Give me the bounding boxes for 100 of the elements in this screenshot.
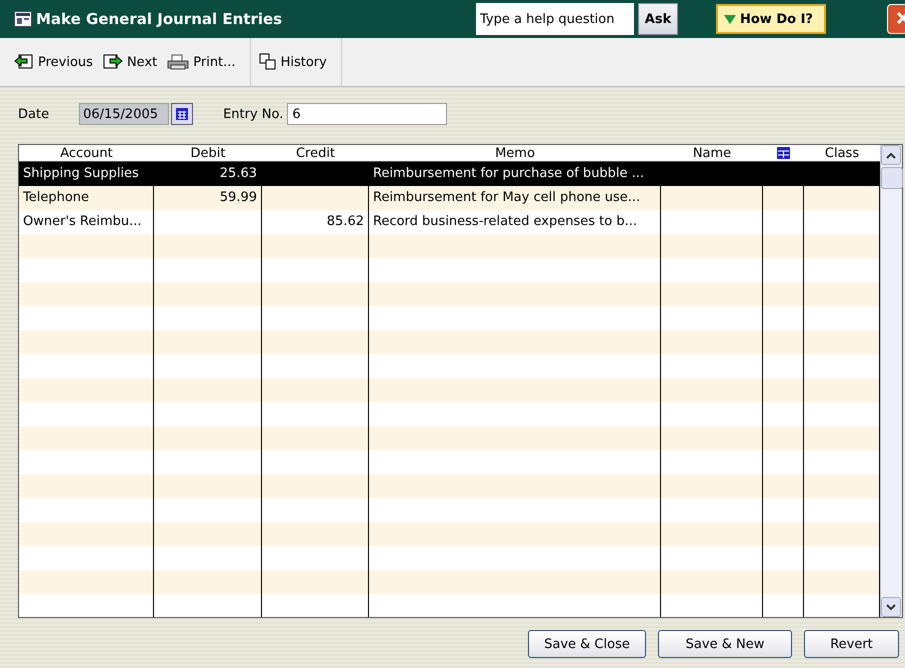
action-button[interactable]: Save & Close (528, 630, 646, 658)
table-cell[interactable] (154, 330, 262, 354)
table-cell[interactable] (763, 426, 804, 450)
history-button[interactable]: History (258, 53, 327, 71)
table-cell[interactable] (661, 234, 763, 258)
table-cell[interactable] (154, 474, 262, 498)
table-cell[interactable] (369, 282, 661, 306)
table-cell[interactable] (804, 234, 880, 258)
table-cell[interactable] (804, 330, 880, 354)
table-cell[interactable] (763, 522, 804, 546)
scrollbar-thumb[interactable] (881, 167, 903, 189)
calendar-button[interactable] (171, 103, 194, 125)
action-button[interactable]: Save & New (658, 630, 792, 658)
table-cell[interactable]: Telephone (19, 186, 154, 210)
table-cell[interactable]: Reimbursement for May cell phone use... (369, 186, 661, 210)
calendar-icon (176, 108, 188, 120)
table-cell[interactable] (19, 474, 154, 498)
previous-button[interactable]: Previous (14, 54, 93, 70)
table-cell[interactable] (369, 426, 661, 450)
table-cell[interactable] (19, 282, 154, 306)
pages-icon (258, 53, 277, 71)
window-icon (14, 11, 32, 27)
table-cell[interactable] (804, 474, 880, 498)
printer-icon (167, 53, 190, 71)
table-cell[interactable] (661, 330, 763, 354)
arrow-left-icon (14, 54, 34, 70)
table-cell[interactable] (154, 570, 262, 594)
column-header: Credit (262, 145, 369, 162)
table-cell[interactable] (661, 570, 763, 594)
table-cell[interactable] (19, 570, 154, 594)
table-cell[interactable] (154, 426, 262, 450)
table-cell[interactable] (154, 234, 262, 258)
table-cell[interactable] (763, 186, 804, 210)
table-cell[interactable] (154, 282, 262, 306)
table-cell[interactable] (262, 426, 369, 450)
table-cell[interactable] (369, 378, 661, 402)
table-cell[interactable] (19, 234, 154, 258)
table-cell[interactable] (804, 378, 880, 402)
next-button[interactable]: Next (102, 54, 158, 70)
table-cell[interactable] (661, 522, 763, 546)
table-cell[interactable]: Reimbursement for purchase of bubble ... (369, 162, 661, 186)
table-cell[interactable] (763, 474, 804, 498)
table-cell[interactable]: 59.99 (154, 186, 262, 210)
table-cell[interactable] (763, 378, 804, 402)
ask-button[interactable]: Ask (638, 3, 678, 35)
table-cell[interactable] (804, 426, 880, 450)
table-cell[interactable] (661, 378, 763, 402)
entry-number-label: Entry No. (223, 106, 284, 122)
table-cell[interactable] (19, 426, 154, 450)
table-cell[interactable] (661, 426, 763, 450)
table-cell[interactable] (262, 474, 369, 498)
table-cell[interactable] (763, 234, 804, 258)
table-cell[interactable] (369, 522, 661, 546)
table-cell[interactable] (262, 522, 369, 546)
table-cell[interactable] (369, 330, 661, 354)
table-cell[interactable] (262, 378, 369, 402)
table-cell[interactable] (763, 282, 804, 306)
entry-number-field[interactable]: 6 (287, 103, 448, 125)
chevron-down-icon (886, 604, 896, 610)
table-cell[interactable] (369, 570, 661, 594)
table-cell[interactable] (804, 162, 880, 186)
table-cell[interactable]: 25.63 (154, 162, 262, 186)
table-cell[interactable] (804, 282, 880, 306)
date-label: Date (18, 106, 50, 122)
table-cell[interactable] (661, 282, 763, 306)
table-cell[interactable] (262, 570, 369, 594)
table-cell[interactable] (369, 474, 661, 498)
chevron-up-icon (886, 152, 896, 158)
print-button[interactable]: Print... (167, 53, 236, 71)
table-cell[interactable] (19, 378, 154, 402)
table-cell[interactable] (804, 570, 880, 594)
window-title: Make General Journal Entries (36, 10, 284, 28)
table-cell[interactable] (661, 474, 763, 498)
arrow-right-icon (102, 54, 123, 70)
help-search-field[interactable]: Type a help question (476, 3, 634, 35)
table-cell[interactable] (763, 570, 804, 594)
column-header: Name (661, 145, 763, 162)
grid-icon (777, 147, 790, 159)
column-header: Memo (369, 145, 661, 162)
action-button[interactable]: Revert (804, 630, 899, 658)
table-cell[interactable] (369, 234, 661, 258)
scroll-down-button[interactable] (881, 597, 901, 617)
column-header: Account (19, 145, 154, 162)
table-cell[interactable] (154, 378, 262, 402)
table-cell[interactable] (262, 282, 369, 306)
table-cell[interactable] (262, 186, 369, 210)
table-cell[interactable] (154, 522, 262, 546)
table-cell[interactable] (262, 330, 369, 354)
date-field[interactable]: 06/15/2005 (79, 103, 170, 125)
table-cell[interactable] (19, 330, 154, 354)
how-do-i-button[interactable]: How Do I? (716, 4, 826, 34)
scroll-up-button[interactable] (881, 145, 901, 165)
table-cell[interactable] (661, 186, 763, 210)
table-cell[interactable] (804, 186, 880, 210)
table-cell[interactable] (804, 522, 880, 546)
table-cell[interactable] (763, 330, 804, 354)
column-header: Debit (154, 145, 262, 162)
table-cell[interactable] (262, 234, 369, 258)
table-cell[interactable] (19, 522, 154, 546)
table-cell[interactable]: Shipping Supplies (19, 162, 154, 186)
